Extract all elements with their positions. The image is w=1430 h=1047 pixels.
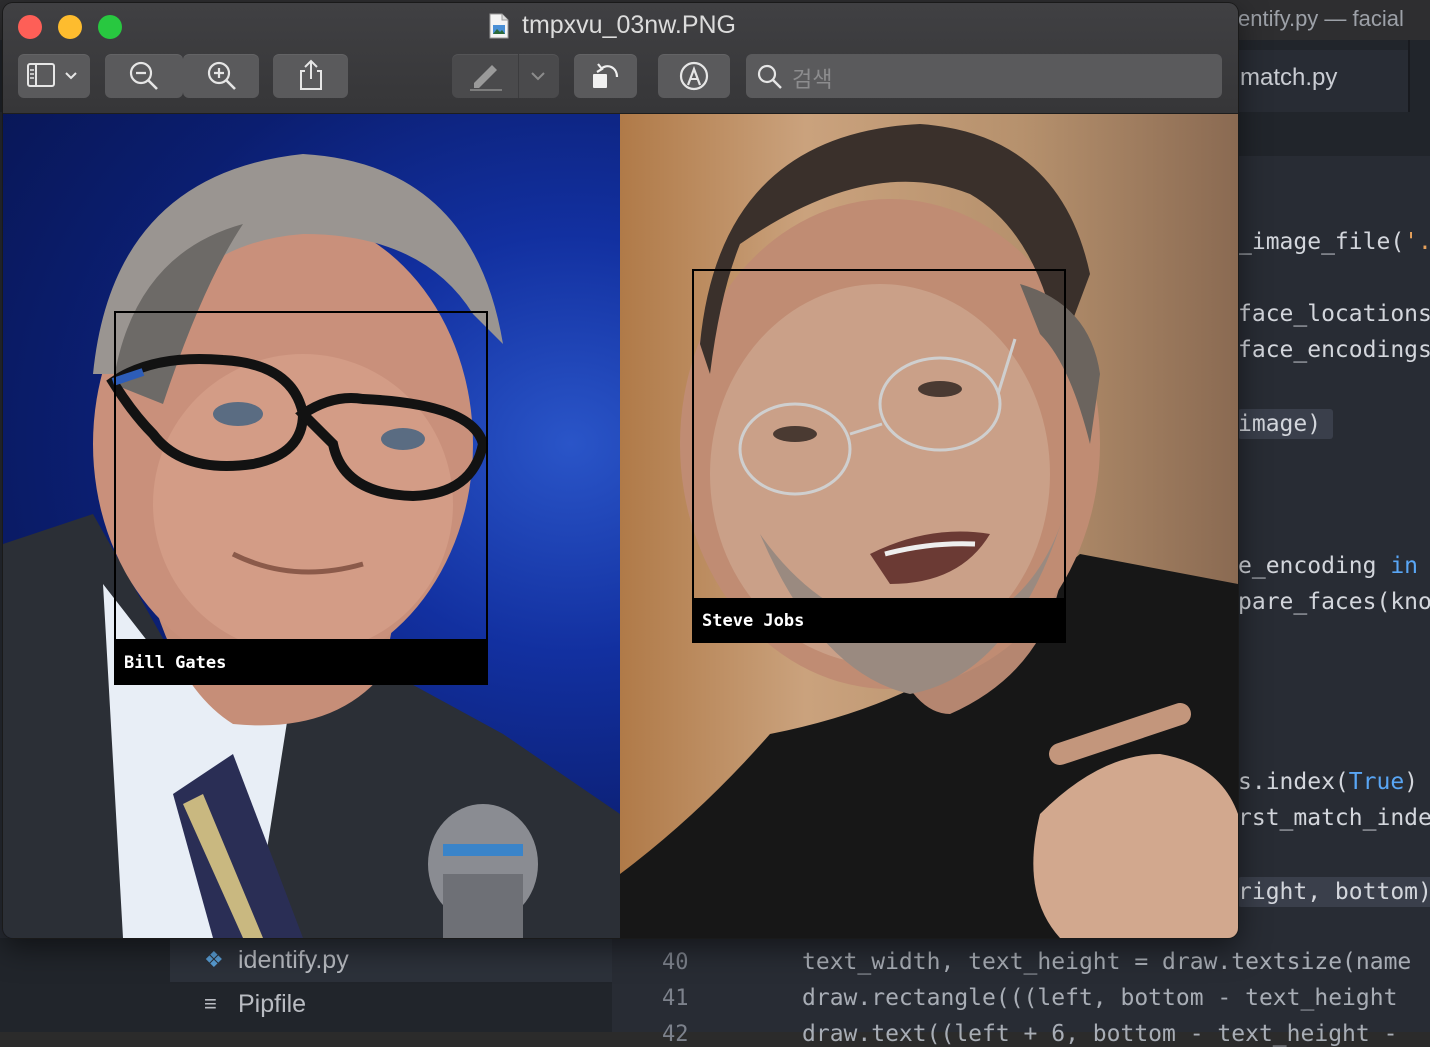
annotate-icon bbox=[679, 61, 709, 91]
zoom-out-button[interactable] bbox=[105, 54, 183, 98]
face-label-steve-jobs: Steve Jobs bbox=[692, 599, 1066, 643]
code-line: s.index(True) bbox=[1238, 769, 1418, 795]
face-label-bill-gates: Bill Gates bbox=[114, 641, 488, 685]
code-line: e_encoding in bbox=[1238, 553, 1418, 579]
line-number: 40 bbox=[662, 950, 689, 975]
sidebar-toggle-button[interactable] bbox=[18, 54, 90, 98]
code-token: image) bbox=[1238, 411, 1322, 437]
sidebar-toggle-icon bbox=[27, 63, 77, 87]
python-icon: ❖ bbox=[204, 947, 224, 972]
code-line: right, bottom) bbox=[1238, 877, 1430, 907]
code-line: draw.rectangle(((left, bottom - text_hei… bbox=[802, 985, 1398, 1011]
code-token: rst_match_inde bbox=[1238, 805, 1430, 831]
sidebar-item-identify-py[interactable]: ❖ identify.py bbox=[170, 938, 612, 982]
zoom-out-icon bbox=[129, 61, 158, 90]
code-token: True bbox=[1348, 769, 1405, 795]
code-line: rst_match_inde bbox=[1238, 805, 1430, 831]
list-file-icon: ≡ bbox=[204, 991, 217, 1016]
pen-icon bbox=[470, 65, 502, 91]
image-canvas[interactable]: Bill Gates Steve Jobs bbox=[3, 114, 1238, 938]
zoom-in-button[interactable] bbox=[183, 54, 259, 98]
editor-breadcrumb-band bbox=[1238, 112, 1430, 156]
code-line: face_locations bbox=[1238, 301, 1430, 327]
tab-label: match.py bbox=[1240, 64, 1338, 91]
window-title: tmpxvu_03nw.PNG bbox=[488, 11, 736, 41]
code-token: s.index( bbox=[1238, 769, 1349, 795]
code-line: _image_file('. bbox=[1238, 229, 1430, 255]
sidebar-item-pipfile[interactable]: ≡ Pipfile bbox=[170, 982, 612, 1026]
file-tree: ❖ identify.py ≡ Pipfile bbox=[0, 938, 612, 1032]
code-token: face_encodings bbox=[1238, 337, 1430, 363]
preview-toolbar: tmpxvu_03nw.PNG 검색 bbox=[3, 3, 1238, 114]
code-token: e_encoding bbox=[1238, 553, 1391, 579]
close-window-button[interactable] bbox=[18, 15, 42, 39]
code-line: draw.text((left + 6, bottom - text_heigh… bbox=[802, 1021, 1412, 1047]
markup-button[interactable] bbox=[452, 54, 559, 98]
sidebar-item-label: identify.py bbox=[238, 946, 349, 974]
code-line: pare_faces(kno bbox=[1238, 589, 1430, 615]
face-box-bill-gates bbox=[114, 311, 488, 641]
code-token: in bbox=[1390, 553, 1419, 579]
zoom-in-icon bbox=[207, 61, 236, 90]
code-token: '. bbox=[1404, 229, 1430, 255]
line-number: 41 bbox=[662, 986, 689, 1011]
code-token: right, bottom) bbox=[1238, 879, 1430, 905]
sidebar-item-label: Pipfile bbox=[238, 990, 307, 1018]
search-placeholder: 검색 bbox=[792, 67, 833, 92]
code-token: _image_file( bbox=[1238, 229, 1405, 255]
tab-separator bbox=[1408, 40, 1410, 112]
code-token: ) bbox=[1404, 769, 1419, 795]
share-icon bbox=[300, 59, 322, 90]
png-document-icon bbox=[489, 13, 509, 39]
line-number: 42 bbox=[662, 1022, 689, 1047]
editor-window-title: entify.py — facial bbox=[1238, 6, 1404, 31]
window-title-text: tmpxvu_03nw.PNG bbox=[522, 11, 736, 39]
code-token: face_locations bbox=[1238, 301, 1430, 327]
preview-window: tmpxvu_03nw.PNG 검색 Bill Gates Steve Jobs bbox=[3, 3, 1238, 938]
zoom-window-button[interactable] bbox=[98, 15, 122, 39]
chevron-down-icon bbox=[531, 72, 545, 81]
search-field[interactable]: 검색 bbox=[746, 54, 1222, 98]
rotate-icon bbox=[593, 63, 619, 88]
tab-match-py[interactable]: match.py bbox=[1238, 50, 1408, 112]
code-line: text_width, text_height = draw.textsize(… bbox=[802, 949, 1412, 975]
code-line: face_encodings bbox=[1238, 337, 1430, 363]
share-button[interactable] bbox=[273, 54, 348, 98]
code-line: image) bbox=[1238, 409, 1334, 439]
rotate-button[interactable] bbox=[574, 54, 637, 98]
annotate-button[interactable] bbox=[658, 54, 730, 98]
minimize-window-button[interactable] bbox=[58, 15, 82, 39]
search-icon bbox=[757, 64, 782, 89]
code-token: pare_faces(kno bbox=[1238, 589, 1430, 615]
face-box-steve-jobs bbox=[692, 269, 1066, 600]
